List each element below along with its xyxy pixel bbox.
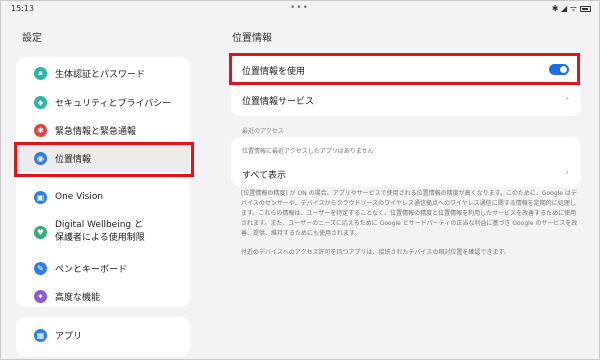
status-bar: 15:13 ••• ✱ ◢ ᯤ — [1, 1, 599, 19]
chevron-right-icon: › — [565, 168, 569, 178]
location-services-label[interactable]: 位置情報サービス — [242, 94, 314, 107]
advanced-icon: ✦ — [34, 289, 47, 303]
highlight-location-nav — [14, 142, 194, 177]
multitask-dots[interactable]: ••• — [290, 3, 309, 13]
nav-item-advanced-features[interactable]: ✦ 高度な機能 — [16, 282, 190, 310]
status-time: 15:13 — [11, 4, 35, 13]
accuracy-description: [位置情報の精度] が ON の場合、アプリやサービスで使用される位置情報の精度… — [241, 190, 578, 237]
status-indicator-icons: ✱ ◢ ᯤ — [551, 4, 577, 13]
nav-item-label: アプリ — [55, 331, 83, 342]
nav-item-label: 生体認証とパスワード — [55, 69, 146, 80]
wellbeing-icon: ♥ — [34, 225, 47, 239]
nav-item-label: 緊急情報と緊急通報 — [55, 126, 137, 137]
nav-item-emergency[interactable]: ✱ 緊急情報と緊急通報 — [16, 116, 190, 144]
nav-item-label: セキュリティとプライバシー — [55, 98, 172, 109]
apps-icon: ▦ — [34, 328, 47, 342]
chevron-right-icon: › — [565, 94, 569, 104]
one-vision-icon: ▣ — [34, 190, 47, 204]
status-icons: ✱ ◢ ᯤ — [552, 3, 591, 14]
settings-title: 設定 — [22, 33, 42, 44]
show-all-label[interactable]: すべて表示 — [242, 168, 286, 181]
page-title: 位置情報 — [232, 33, 272, 44]
nav-item-digital-wellbeing[interactable]: ♥ Digital Wellbeing と 保護者による使用制限 — [16, 214, 190, 250]
lock-icon: 🔒︎ — [34, 66, 47, 80]
battery-icon — [580, 5, 591, 12]
shield-icon: ◈ — [34, 95, 47, 109]
nav-item-one-vision[interactable]: ▣ One Vision — [16, 183, 190, 211]
pen-icon: ✎ — [34, 261, 47, 275]
nav-item-label: ペンとキーボード — [55, 264, 128, 275]
recent-access-empty: 位置情報に最近アクセスしたアプリはありません — [242, 148, 374, 155]
recent-access-heading: 最近のアクセス — [242, 128, 284, 135]
nav-item-label: One Vision — [55, 192, 104, 202]
nav-item-pen-keyboard[interactable]: ✎ ペンとキーボード — [16, 254, 190, 282]
nav-item-label: 高度な機能 — [55, 292, 101, 303]
nearby-description: 付近のデバイスへのアクセス許可を持つアプリは、接続されたデバイスの相対位置を確認… — [241, 249, 510, 256]
nav-item-label: Digital Wellbeing と 保護者による使用制限 — [55, 220, 145, 243]
emergency-icon: ✱ — [34, 123, 47, 137]
nav-item-security-privacy[interactable]: ◈ セキュリティとプライバシー — [16, 88, 190, 116]
nav-item-apps[interactable]: ▦ アプリ — [16, 321, 190, 349]
highlight-use-location — [229, 53, 580, 85]
settings-screen: 15:13 ••• ✱ ◢ ᯤ 設定 🔒︎ 生体認証とパスワード ◈ セキュリテ… — [0, 0, 600, 360]
nav-item-biometrics[interactable]: 🔒︎ 生体認証とパスワード — [16, 59, 190, 87]
